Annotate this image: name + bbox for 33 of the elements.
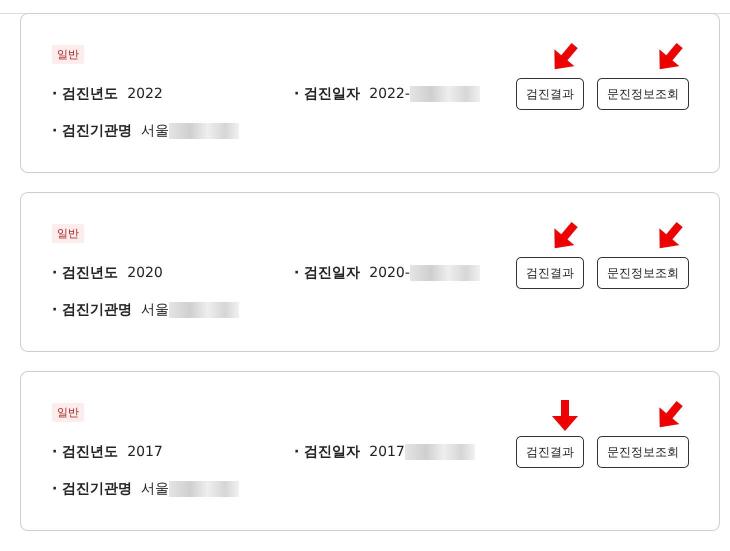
field-label: · 검진일자: [294, 85, 360, 103]
action-button[interactable]: 문진정보조회: [597, 257, 689, 289]
field-label: · 검진기관명: [52, 122, 132, 140]
redacted-block: [169, 481, 240, 497]
field-label: · 검진기관명: [52, 480, 132, 498]
field-value: 서울: [141, 301, 170, 319]
category-badge: 일반: [52, 45, 84, 64]
field-value: 2017: [127, 444, 163, 460]
field-value: 2022-: [369, 86, 410, 102]
field-value: 2017: [369, 444, 405, 460]
field-label: · 검진일자: [294, 264, 360, 282]
field-value: 서울: [141, 480, 170, 498]
action-button[interactable]: 검진결과: [516, 436, 584, 468]
category-badge: 일반: [52, 403, 84, 422]
field-value: 2022: [127, 86, 163, 102]
redacted-block: [404, 444, 475, 460]
category-badge: 일반: [52, 224, 84, 243]
redacted-block: [169, 302, 240, 318]
field-label: · 검진년도: [52, 85, 118, 103]
action-button[interactable]: 검진결과: [516, 257, 584, 289]
action-button[interactable]: 검진결과: [516, 78, 584, 110]
redacted-block: [410, 86, 480, 102]
redacted-block: [169, 123, 240, 139]
field-value: 2020-: [369, 265, 410, 281]
field-label: · 검진기관명: [52, 301, 132, 319]
field-label: · 검진년도: [52, 264, 118, 282]
field-label: · 검진일자: [294, 443, 360, 461]
action-button[interactable]: 문진정보조회: [597, 78, 689, 110]
field-value: 2020: [127, 265, 163, 281]
field-value: 서울: [141, 122, 170, 140]
action-button[interactable]: 문진정보조회: [597, 436, 689, 468]
field-label: · 검진년도: [52, 443, 118, 461]
redacted-block: [410, 265, 480, 281]
